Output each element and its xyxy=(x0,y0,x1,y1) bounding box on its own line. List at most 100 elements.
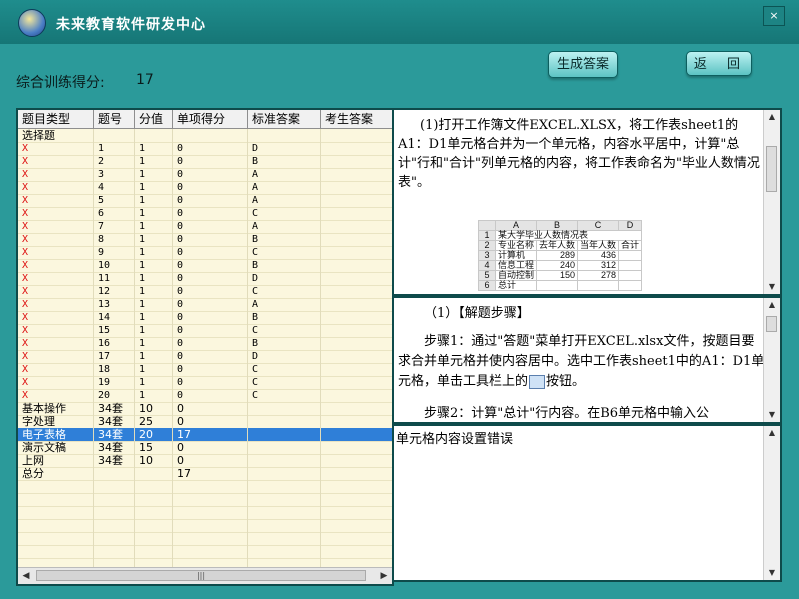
result-panel[interactable]: 单元格内容设置错误 ▲ ▼ xyxy=(392,424,782,582)
empty-row xyxy=(18,506,392,520)
table-cell: 基本操作 xyxy=(18,402,94,415)
table-cell xyxy=(18,545,94,558)
scroll-up-icon[interactable]: ▲ xyxy=(764,298,780,312)
question-panel[interactable]: (1)打开工作簿文件EXCEL.XLSX，将工作表sheet1的A1：D1单元格… xyxy=(392,108,782,296)
app-logo-icon xyxy=(18,9,46,37)
table-cell xyxy=(321,272,392,285)
table-row[interactable]: X710A xyxy=(18,220,392,234)
table-row[interactable]: X910C xyxy=(18,246,392,260)
table-row[interactable]: X310A xyxy=(18,168,392,182)
table-cell: 0 xyxy=(173,272,248,285)
table-row[interactable]: X 12 1 0 C xyxy=(18,285,392,299)
scroll-left-icon[interactable]: ◀ xyxy=(18,568,34,584)
table-row[interactable]: 总分 17 xyxy=(18,467,392,481)
sheet-row-number: 6 xyxy=(478,280,496,291)
table-row[interactable]: 电子表格 34套 20 17 xyxy=(18,428,392,442)
table-cell xyxy=(321,467,392,480)
table-cell xyxy=(18,506,94,519)
table-cell: 总分 xyxy=(18,467,94,480)
scroll-right-icon[interactable]: ▶ xyxy=(376,568,392,584)
table-cell: 上网 xyxy=(18,454,94,467)
table-row[interactable]: X110D xyxy=(18,142,392,156)
scroll-up-icon[interactable]: ▲ xyxy=(764,110,780,124)
solution-panel[interactable]: （1）【解题步骤】 步骤1：通过"答题"菜单打开EXCEL.xlsx文件，按题目… xyxy=(392,296,782,424)
table-row[interactable]: X 11 1 0 D xyxy=(18,272,392,286)
result-vertical-scrollbar[interactable]: ▲ ▼ xyxy=(763,426,780,580)
table-cell: 选择题 xyxy=(18,129,94,142)
table-cell: 0 xyxy=(173,259,248,272)
table-cell: 9 xyxy=(94,246,135,259)
table-row[interactable]: 上网 34套 10 0 xyxy=(18,454,392,468)
column-header-points[interactable]: 分值 xyxy=(135,110,173,128)
column-header-type[interactable]: 题目类型 xyxy=(18,110,94,128)
table-row[interactable]: X 19 1 0 C xyxy=(18,376,392,390)
table-cell: D xyxy=(248,142,321,155)
table-row[interactable]: X510A xyxy=(18,194,392,208)
wrong-mark: X xyxy=(18,259,94,272)
table-cell xyxy=(248,480,321,493)
table-row[interactable]: 演示文稿 34套 15 0 xyxy=(18,441,392,455)
table-cell: 0 xyxy=(173,142,248,155)
solution-vertical-scrollbar[interactable]: ▲ ▼ xyxy=(763,298,780,422)
table-row[interactable]: X 20 1 0 C xyxy=(18,389,392,403)
sheet-cell: 289 xyxy=(536,250,579,261)
table-cell: 15 xyxy=(94,324,135,337)
table-cell: 1 xyxy=(135,337,173,350)
scrollbar-thumb[interactable] xyxy=(766,316,777,332)
back-button[interactable]: 返 回 xyxy=(686,51,752,76)
table-cell xyxy=(321,181,392,194)
grading-result-text: 单元格内容设置错误 xyxy=(396,432,514,447)
generate-answer-button[interactable]: 生成答案 xyxy=(548,51,618,78)
table-row[interactable]: 字处理 34套 25 0 xyxy=(18,415,392,429)
table-cell: 1 xyxy=(135,363,173,376)
table-cell xyxy=(135,467,173,480)
table-row[interactable]: X810B xyxy=(18,233,392,247)
table-cell xyxy=(321,220,392,233)
table-cell: C xyxy=(248,324,321,337)
horizontal-scrollbar[interactable]: ◀ ||| ▶ xyxy=(18,567,392,584)
table-row[interactable]: X 18 1 0 C xyxy=(18,363,392,377)
table-cell: A xyxy=(248,298,321,311)
table-cell: 1 xyxy=(135,376,173,389)
table-cell xyxy=(321,545,392,558)
table-cell xyxy=(18,532,94,545)
scroll-down-icon[interactable]: ▼ xyxy=(764,566,780,580)
scroll-down-icon[interactable]: ▼ xyxy=(764,408,780,422)
table-row[interactable]: 基本操作 34套 10 0 xyxy=(18,402,392,416)
table-row[interactable]: 选择题 xyxy=(18,129,392,143)
table-row[interactable]: X210B xyxy=(18,155,392,169)
question-vertical-scrollbar[interactable]: ▲ ▼ xyxy=(763,110,780,294)
table-cell: 1 xyxy=(135,181,173,194)
sheet-cell xyxy=(618,280,643,291)
table-row[interactable]: X 14 1 0 B xyxy=(18,311,392,325)
scrollbar-thumb[interactable] xyxy=(766,146,777,192)
table-row[interactable]: X 10 1 0 B xyxy=(18,259,392,273)
table-cell xyxy=(173,493,248,506)
score-table[interactable]: 题目类型 题号 分值 单项得分 标准答案 考生答案 选择题 X 1 1 0 D X 2 1 0 B X… xyxy=(16,108,394,586)
column-header-student-answer[interactable]: 考生答案 xyxy=(321,110,392,128)
scroll-down-icon[interactable]: ▼ xyxy=(764,280,780,294)
table-cell xyxy=(321,298,392,311)
column-header-standard-answer[interactable]: 标准答案 xyxy=(248,110,321,128)
table-cell xyxy=(248,129,321,142)
table-cell xyxy=(135,493,173,506)
table-row[interactable]: X 15 1 0 C xyxy=(18,324,392,338)
question-text: (1)打开工作簿文件EXCEL.XLSX，将工作表sheet1的A1：D1单元格… xyxy=(398,118,760,190)
wrong-mark: X xyxy=(18,311,94,324)
wrong-mark: X xyxy=(18,168,94,181)
column-header-item-score[interactable]: 单项得分 xyxy=(173,110,248,128)
table-row[interactable]: X610C xyxy=(18,207,392,221)
scroll-up-icon[interactable]: ▲ xyxy=(764,426,780,440)
table-row[interactable]: X410A xyxy=(18,181,392,195)
column-header-number[interactable]: 题号 xyxy=(94,110,135,128)
sheet-cell: 某大学毕业人数情况表 xyxy=(494,230,643,241)
table-cell: 1 xyxy=(135,207,173,220)
table-row[interactable]: X 17 1 0 D xyxy=(18,350,392,364)
table-cell: 8 xyxy=(94,233,135,246)
table-row[interactable]: X 13 1 0 A xyxy=(18,298,392,312)
table-row[interactable]: X 16 1 0 B xyxy=(18,337,392,351)
table-cell xyxy=(321,350,392,363)
scrollbar-thumb[interactable]: ||| xyxy=(36,570,366,581)
window-close-button[interactable]: × xyxy=(763,6,785,26)
table-cell: C xyxy=(248,389,321,402)
